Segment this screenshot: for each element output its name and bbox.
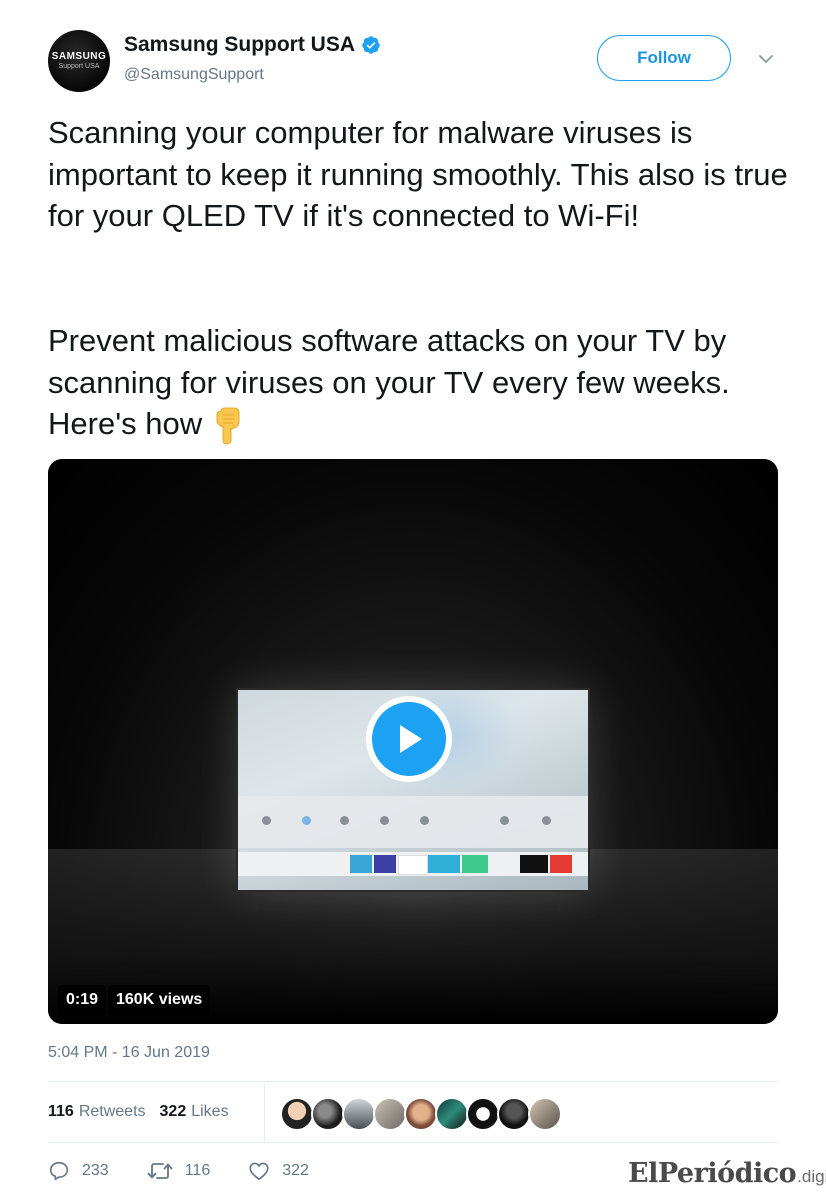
tweet-paragraph-1: Scanning your computer for malware virus… [48, 115, 797, 233]
pointing-down-hand-icon [216, 407, 240, 445]
liker-avatar[interactable] [311, 1097, 345, 1131]
tv-app-tile [374, 855, 396, 873]
retweet-count: 116 [184, 1162, 211, 1179]
retweet-icon [147, 1163, 173, 1179]
like-count: 322 [282, 1162, 309, 1179]
tv-leg-left [256, 889, 258, 911]
likes-label[interactable]: Likes [191, 1103, 228, 1121]
liker-avatar[interactable] [342, 1097, 376, 1131]
tv-settings-panel [238, 796, 588, 848]
reply-icon [49, 1161, 69, 1181]
avatar[interactable]: SAMSUNG Support USA [48, 30, 110, 92]
likers-avatars [280, 1097, 562, 1131]
retweet-action[interactable]: 116 [147, 1160, 211, 1182]
play-button-inner [372, 702, 446, 776]
video-views-badge: 160K views [108, 985, 211, 1015]
tv-app-tile [520, 855, 548, 873]
verified-badge-icon [362, 36, 380, 54]
follow-button[interactable]: Follow [597, 35, 731, 81]
play-button[interactable] [366, 696, 452, 782]
avatar-brand-text: SAMSUNG [51, 51, 107, 62]
handle[interactable]: @SamsungSupport [124, 66, 264, 84]
tweet: SAMSUNG Support USA Samsung Support USA … [0, 0, 826, 1200]
display-name-text: Samsung Support USA [124, 33, 356, 56]
tv-panel-dot [302, 816, 311, 825]
video-player[interactable]: 0:19 160K views [48, 459, 778, 1024]
tv-app-tile [462, 855, 488, 873]
watermark-sub: .digital [797, 1167, 826, 1186]
divider-bottom [48, 1142, 778, 1143]
display-name[interactable]: Samsung Support USA [124, 33, 381, 57]
tv-leg-right [558, 889, 560, 911]
liker-avatar[interactable] [373, 1097, 407, 1131]
tv-panel-dot [340, 816, 349, 825]
likes-count[interactable]: 322 [160, 1103, 187, 1121]
tv-app-tile [428, 855, 460, 873]
liker-avatar[interactable] [280, 1097, 314, 1131]
tv-panel-dot [542, 816, 551, 825]
tv-app-bar [238, 852, 588, 876]
tv-app-tile [350, 855, 372, 873]
liker-avatar[interactable] [435, 1097, 469, 1131]
liker-avatar[interactable] [404, 1097, 438, 1131]
tv-app-tile [398, 855, 428, 875]
tweet-stats: 116 Retweets 322 Likes [48, 1103, 243, 1121]
retweets-label[interactable]: Retweets [79, 1103, 146, 1121]
stats-separator [264, 1084, 265, 1142]
reply-action[interactable]: 233 [48, 1160, 109, 1182]
tweet-paragraph-2: Prevent malicious software attacks on yo… [48, 320, 788, 445]
tweet-timestamp[interactable]: 5:04 PM - 16 Jun 2019 [48, 1044, 210, 1062]
liker-avatar[interactable] [528, 1097, 562, 1131]
reply-count: 233 [82, 1162, 109, 1179]
liker-avatar[interactable] [466, 1097, 500, 1131]
video-duration-badge: 0:19 [58, 985, 107, 1015]
play-icon [400, 725, 422, 753]
watermark-main: ElPeriódico [628, 1158, 797, 1189]
watermark: ElPeriódico .digital [628, 1158, 826, 1189]
divider-top [48, 1081, 778, 1082]
retweets-count[interactable]: 116 [48, 1103, 74, 1121]
tweet-actions: 233 116 322 [48, 1160, 347, 1182]
tv-panel-dot [500, 816, 509, 825]
tv-panel-dot [262, 816, 271, 825]
tv-panel-dot [380, 816, 389, 825]
tv-app-tile [550, 855, 572, 873]
like-action[interactable]: 322 [248, 1160, 309, 1182]
tweet-paragraph-2-text: Prevent malicious software attacks on yo… [48, 323, 730, 441]
tv-panel-dot [420, 816, 429, 825]
avatar-sub-text: Support USA [58, 63, 100, 70]
chevron-down-icon[interactable] [758, 54, 774, 64]
heart-icon [249, 1162, 269, 1181]
liker-avatar[interactable] [497, 1097, 531, 1131]
